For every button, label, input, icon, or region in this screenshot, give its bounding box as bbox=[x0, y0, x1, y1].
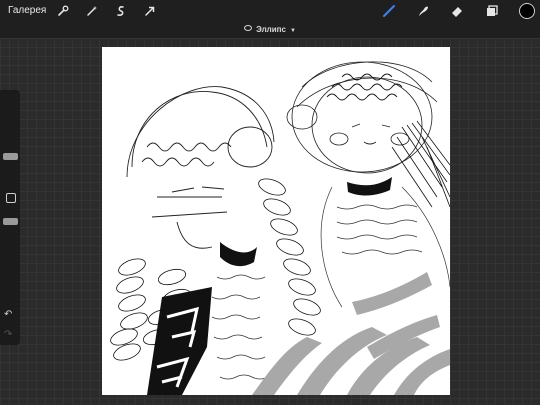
selection-mode-dropdown[interactable]: Эллипс ▼ bbox=[0, 25, 540, 34]
chevron-down-icon: ▼ bbox=[289, 28, 296, 34]
smudge-tool-button[interactable] bbox=[415, 3, 431, 19]
selection-icon bbox=[117, 6, 124, 16]
redo-icon[interactable]: ↷ bbox=[4, 329, 12, 340]
layers-icon bbox=[487, 5, 498, 16]
smudge-icon bbox=[419, 6, 428, 17]
drawing-canvas[interactable] bbox=[102, 47, 450, 395]
modify-button[interactable] bbox=[6, 193, 16, 203]
eraser-icon bbox=[452, 7, 462, 17]
selection-mode-label: Эллипс bbox=[256, 25, 286, 34]
opacity-slider[interactable] bbox=[3, 218, 18, 225]
gallery-button[interactable]: Галерея bbox=[8, 5, 46, 16]
actions-wrench-button[interactable] bbox=[55, 3, 71, 19]
wrench-icon bbox=[58, 5, 69, 16]
left-sidebar: ↶ ↷ bbox=[0, 90, 20, 345]
top-toolbar: Галерея bbox=[0, 0, 540, 22]
artwork-sketch bbox=[110, 61, 450, 395]
transform-button[interactable] bbox=[142, 3, 158, 19]
selection-bar: Эллипс ▼ bbox=[0, 22, 540, 38]
layers-button[interactable] bbox=[484, 3, 500, 19]
color-picker-button[interactable] bbox=[519, 3, 535, 19]
undo-icon[interactable]: ↶ bbox=[4, 309, 12, 320]
eraser-tool-button[interactable] bbox=[449, 3, 465, 19]
adjustments-button[interactable] bbox=[84, 3, 100, 19]
transform-arrow-icon bbox=[145, 6, 155, 16]
brush-icon bbox=[383, 5, 395, 17]
brush-size-slider[interactable] bbox=[3, 153, 18, 160]
magic-wand-icon bbox=[87, 6, 97, 16]
brush-tool-button[interactable] bbox=[381, 3, 397, 19]
selection-button[interactable] bbox=[113, 3, 129, 19]
ellipse-icon bbox=[244, 25, 253, 31]
